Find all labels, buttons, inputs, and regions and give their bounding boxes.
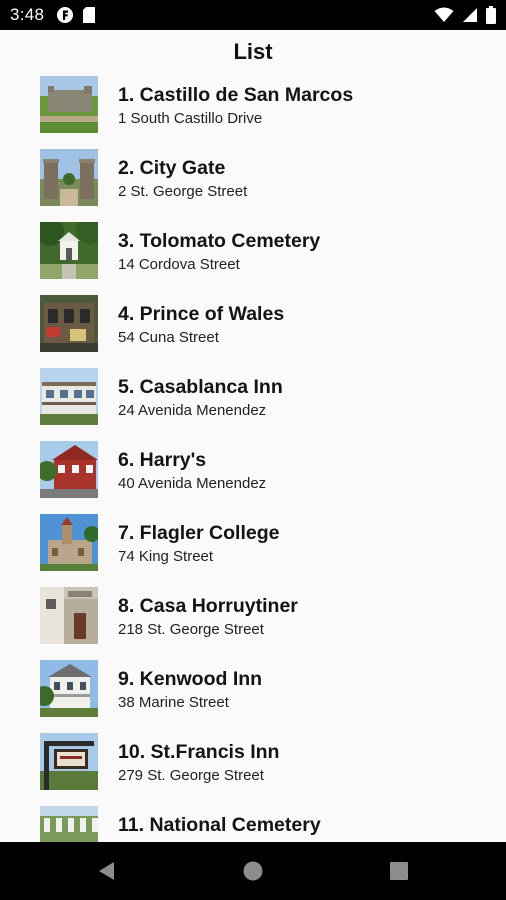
item-address: 38 Marine Street [118,694,229,711]
item-address: 24 Avenida Menendez [118,402,267,419]
status-right-icons [434,6,496,24]
item-address: 2 St. George Street [118,183,248,200]
item-address: 74 King Street [118,548,214,565]
item-name: 10. St.Francis Inn [118,741,280,763]
status-left-icons [56,6,96,24]
status-bar: 3:48 [0,0,506,30]
graves-photo [40,806,98,842]
item-address: 218 St. George Street [118,621,264,638]
list-item-city-gate[interactable]: 2. City Gate 2 St. George Street [0,147,506,220]
inn-photo [40,368,98,425]
college-photo [40,514,98,571]
house-photo [40,587,98,644]
item-name: 3. Tolomato Cemetery [118,230,321,252]
list-item-flagler-college[interactable]: 7. Flagler College 74 King Street [0,512,506,585]
recents-icon [390,862,408,880]
item-address: 40 Avenida Menendez [118,475,267,492]
wifi-icon [434,7,454,23]
app-bar: List [0,30,506,74]
item-name: 9. Kenwood Inn [118,668,263,690]
back-icon [99,862,114,880]
pub-photo [40,295,98,352]
item-address: 54 Cuna Street [118,329,219,346]
signal-icon [462,7,478,23]
cemetery-chapel-photo [40,222,98,279]
item-name: 1. Castillo de San Marcos [118,84,354,106]
list-item-st-francis-inn[interactable]: 10. St.Francis Inn 279 St. George Street [0,731,506,804]
home-button[interactable] [213,842,293,900]
list-item-castillo-de-san-marcos[interactable]: 1. Castillo de San Marcos 1 South Castil… [0,74,506,147]
battery-icon [486,6,496,24]
white-inn-photo [40,660,98,717]
page-title: List [233,39,273,64]
navigation-bar [0,842,506,900]
item-name: 6. Harry's [118,449,207,471]
item-name: 11. National Cemetery [118,814,321,836]
back-button[interactable] [66,842,146,900]
item-name: 8. Casa Horruytiner [118,595,298,617]
item-name: 7. Flagler College [118,522,280,544]
app-f-icon [56,6,74,24]
item-address: 14 Cordova Street [118,256,240,273]
home-icon [243,861,263,881]
list-item-casablanca-inn[interactable]: 5. Casablanca Inn 24 Avenida Menendez [0,366,506,439]
sd-card-icon [82,6,96,24]
gate-photo [40,149,98,206]
item-name: 4. Prince of Wales [118,303,285,325]
list-item-tolomato-cemetery[interactable]: 3. Tolomato Cemetery 14 Cordova Street [0,220,506,293]
recents-button[interactable] [359,842,439,900]
list-item-national-cemetery[interactable]: 11. National Cemetery [0,804,506,842]
item-address: 279 St. George Street [118,767,264,784]
status-time: 3:48 [10,5,45,24]
list-item-harrys[interactable]: 6. Harry's 40 Avenida Menendez [0,439,506,512]
list-item-kenwood-inn[interactable]: 9. Kenwood Inn 38 Marine Street [0,658,506,731]
fort-photo [40,76,98,133]
sign-photo [40,733,98,790]
list-item-prince-of-wales[interactable]: 4. Prince of Wales 54 Cuna Street [0,293,506,366]
item-name: 2. City Gate [118,157,226,179]
item-address: 1 South Castillo Drive [118,110,263,127]
list-item-casa-horruytiner[interactable]: 8. Casa Horruytiner 218 St. George Stree… [0,585,506,658]
item-name: 5. Casablanca Inn [118,376,283,398]
red-house-photo [40,441,98,498]
landmark-list[interactable]: 1. Castillo de San Marcos 1 South Castil… [0,74,506,842]
